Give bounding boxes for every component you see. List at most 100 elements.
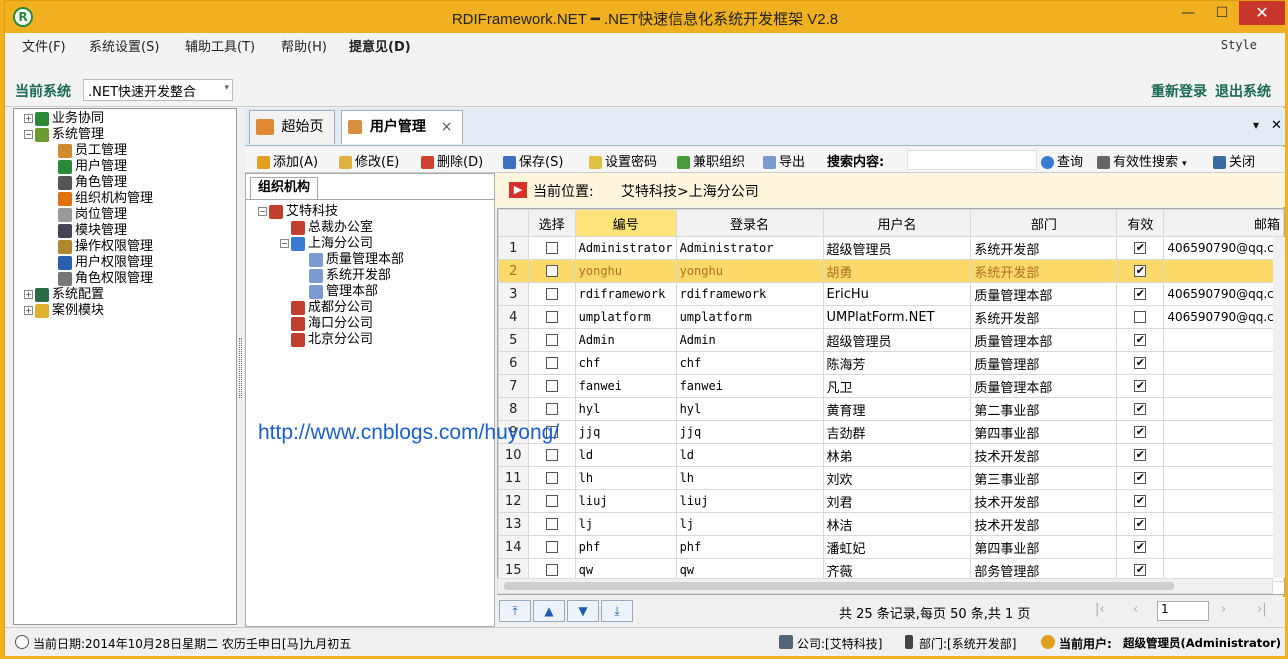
tab-home[interactable]: 超始页 (249, 110, 335, 144)
valid-checkbox[interactable]: ✔ (1134, 242, 1147, 254)
row-select-checkbox[interactable] (545, 403, 558, 415)
table-row[interactable]: 14 phf phf 潘虹妃 第四事业部 ✔ (498, 535, 1284, 559)
login-cell[interactable]: phf (675, 535, 824, 559)
nav-tree-item[interactable]: 用户权限管理 (58, 255, 153, 271)
valid-checkbox[interactable]: ✔ (1134, 426, 1147, 438)
column-header[interactable]: 登录名 (675, 209, 824, 237)
code-cell[interactable]: phf (574, 535, 677, 559)
org-tree-item[interactable]: 海口分公司 (291, 316, 373, 332)
row-number[interactable]: 1 (498, 236, 529, 260)
grid-corner[interactable] (498, 209, 529, 237)
department-cell[interactable]: 质量管理本部 (970, 374, 1118, 398)
column-header[interactable]: 部门 (970, 209, 1118, 237)
row-select-checkbox[interactable] (545, 449, 558, 461)
valid-checkbox[interactable]: ✔ (1134, 380, 1147, 392)
export-button[interactable]: 导出 (763, 151, 805, 170)
org-tree-item[interactable]: 成都分公司 (291, 300, 373, 316)
row-select-cell[interactable] (527, 512, 576, 536)
username-cell[interactable]: 刘君 (822, 489, 972, 513)
table-row[interactable]: 10 ld ld 林弟 技术开发部 ✔ (498, 443, 1284, 467)
org-tree-item[interactable]: 质量管理本部 (309, 252, 404, 268)
minimize-button[interactable]: — (1171, 1, 1205, 25)
login-cell[interactable]: Admin (675, 328, 824, 352)
login-cell[interactable]: fanwei (675, 374, 824, 398)
splitter-handle[interactable] (237, 108, 245, 625)
table-row[interactable]: 3 rdiframework rdiframework EricHu 质量管理本部 ✔ 40… (498, 282, 1284, 306)
org-tree-item[interactable]: 系统开发部 (309, 268, 391, 284)
department-cell[interactable]: 第四事业部 (970, 535, 1118, 559)
login-cell[interactable]: liuj (675, 489, 824, 513)
username-cell[interactable]: 凡卫 (822, 374, 972, 398)
table-row[interactable]: 13 lj lj 林洁 技术开发部 ✔ (498, 512, 1284, 536)
email-cell[interactable] (1163, 351, 1284, 375)
menu-help[interactable]: 帮助(H) (281, 36, 327, 55)
valid-cell[interactable]: ✔ (1116, 282, 1165, 306)
valid-cell[interactable]: ✔ (1116, 259, 1165, 283)
table-row[interactable]: 7 fanwei fanwei 凡卫 质量管理本部 ✔ (498, 374, 1284, 398)
row-number[interactable]: 8 (498, 397, 529, 421)
page-input[interactable]: 1 (1157, 601, 1209, 621)
nav-tree-item[interactable]: 模块管理 (58, 223, 127, 239)
department-cell[interactable]: 系统开发部 (970, 259, 1118, 283)
code-cell[interactable]: lj (574, 512, 677, 536)
code-cell[interactable]: chf (574, 351, 677, 375)
email-cell[interactable] (1163, 512, 1284, 536)
row-number[interactable]: 14 (498, 535, 529, 559)
valid-cell[interactable]: ✔ (1116, 512, 1165, 536)
row-select-checkbox[interactable] (545, 541, 558, 553)
save-button[interactable]: 保存(S) (503, 151, 563, 170)
scroll-thumb[interactable] (504, 582, 1174, 590)
login-cell[interactable]: hyl (675, 397, 824, 421)
row-select-cell[interactable] (527, 443, 576, 467)
menu-feedback[interactable]: 提意见(D) (349, 36, 411, 55)
row-select-checkbox[interactable] (545, 357, 558, 369)
row-select-checkbox[interactable] (545, 288, 558, 300)
org-tree-item[interactable]: 管理本部 (309, 284, 378, 300)
login-cell[interactable]: umplatform (675, 305, 824, 329)
login-cell[interactable]: ld (675, 443, 824, 467)
tree-expander-icon[interactable]: + (24, 290, 33, 299)
login-cell[interactable]: yonghu (675, 259, 824, 283)
close-all-tabs-icon[interactable]: ✕ (1271, 118, 1282, 133)
nav-tree-item[interactable]: 角色管理 (58, 175, 127, 191)
row-select-cell[interactable] (527, 328, 576, 352)
valid-cell[interactable]: ✔ (1116, 535, 1165, 559)
row-select-cell[interactable] (527, 535, 576, 559)
username-cell[interactable]: 黄育理 (822, 397, 972, 421)
prev-page-icon[interactable]: ‹ (1133, 602, 1138, 617)
tab-dropdown-icon[interactable]: ▾ (1253, 118, 1259, 132)
org-tab[interactable]: 组织机构 (250, 177, 318, 199)
row-number[interactable]: 2 (498, 259, 529, 283)
email-cell[interactable] (1163, 489, 1284, 513)
nav-tree-item[interactable]: 岗位管理 (58, 207, 127, 223)
nav-tree-item[interactable]: 用户管理 (58, 159, 127, 175)
email-cell[interactable] (1163, 259, 1284, 283)
system-select[interactable]: .NET快速开发整合 ▾ (83, 79, 233, 101)
move-top-icon[interactable]: ⤒ (499, 600, 531, 622)
code-cell[interactable]: jjq (574, 420, 677, 444)
email-cell[interactable] (1163, 328, 1284, 352)
last-page-icon[interactable]: ›| (1257, 602, 1267, 617)
valid-checkbox[interactable]: ✔ (1134, 334, 1147, 346)
username-cell[interactable]: 林弟 (822, 443, 972, 467)
table-row[interactable]: 8 hyl hyl 黄育理 第二事业部 ✔ (498, 397, 1284, 421)
nav-tree-item[interactable]: 角色权限管理 (58, 271, 153, 287)
department-cell[interactable]: 第三事业部 (970, 466, 1118, 490)
department-cell[interactable]: 系统开发部 (970, 305, 1118, 329)
delete-button[interactable]: 删除(D) (421, 151, 483, 170)
valid-cell[interactable]: ✔ (1116, 374, 1165, 398)
login-cell[interactable]: chf (675, 351, 824, 375)
row-number[interactable]: 5 (498, 328, 529, 352)
valid-checkbox[interactable]: ✔ (1134, 288, 1147, 300)
tree-expander-icon[interactable]: + (24, 114, 33, 123)
first-page-icon[interactable]: |‹ (1095, 602, 1105, 617)
row-select-checkbox[interactable] (545, 564, 558, 576)
org-tree-item[interactable]: 总裁办公室 (291, 220, 373, 236)
nav-tree-item[interactable]: 员工管理 (58, 143, 127, 159)
row-select-cell[interactable] (527, 374, 576, 398)
row-select-checkbox[interactable] (545, 265, 558, 277)
row-select-cell[interactable] (527, 236, 576, 260)
valid-cell[interactable]: ✔ (1116, 397, 1165, 421)
column-header[interactable]: 有效 (1116, 209, 1165, 237)
department-cell[interactable]: 技术开发部 (970, 489, 1118, 513)
